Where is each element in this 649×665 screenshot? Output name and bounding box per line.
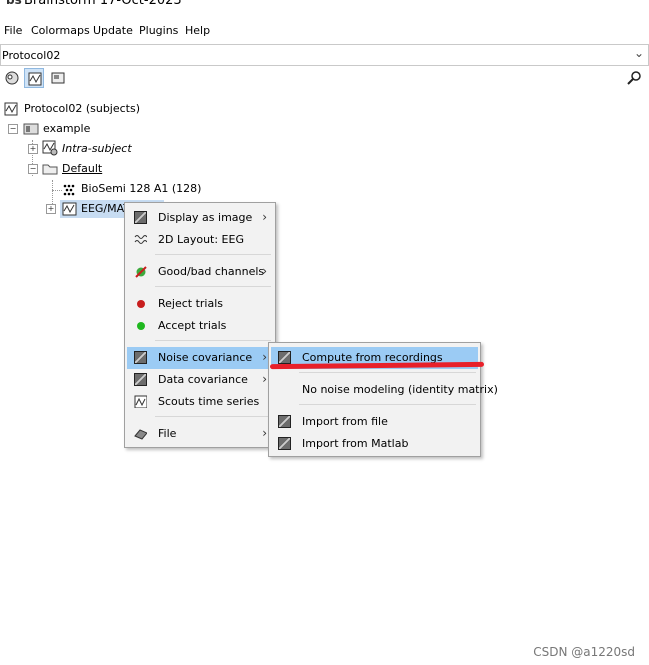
collapse-icon[interactable]: − bbox=[8, 124, 18, 134]
anatomy-view-button[interactable] bbox=[2, 68, 22, 88]
menu-item-label: Display as image bbox=[158, 211, 253, 224]
chevron-right-icon: › bbox=[262, 264, 267, 278]
noise-covariance-submenu: Compute from recordings No noise modelin… bbox=[268, 342, 498, 457]
menu-item-label: 2D Layout: EEG bbox=[158, 233, 244, 246]
chevron-right-icon: › bbox=[262, 350, 267, 364]
functional-view-icon bbox=[28, 72, 42, 86]
menu-separator bbox=[155, 286, 271, 287]
menu-item-good-bad-channels[interactable]: Good/bad channels › bbox=[127, 261, 273, 283]
protocol-select[interactable]: Protocol02 ⌄ bbox=[0, 44, 649, 66]
expand-icon[interactable]: + bbox=[28, 144, 38, 154]
search-icon bbox=[627, 71, 641, 85]
chevron-right-icon: › bbox=[262, 210, 267, 224]
noise-cov-icon bbox=[134, 351, 147, 364]
toolbar bbox=[0, 66, 649, 92]
menu-item-import-from-matlab[interactable]: Import from Matlab bbox=[271, 433, 478, 455]
data-cov-icon bbox=[134, 373, 147, 386]
import-matlab-icon bbox=[278, 437, 291, 450]
tree-intra-label: Intra-subject bbox=[62, 142, 132, 155]
menu-item-import-from-file[interactable]: Import from file bbox=[271, 411, 478, 433]
chevron-right-icon: › bbox=[262, 372, 267, 386]
tree-channel-label: BioSemi 128 A1 (128) bbox=[81, 182, 202, 195]
green-dot-icon bbox=[137, 322, 145, 330]
menu-separator bbox=[155, 340, 271, 341]
menu-colormaps[interactable]: Colormaps bbox=[31, 24, 90, 37]
watermark: CSDN @a1220sd bbox=[533, 645, 635, 659]
collapse-icon[interactable]: − bbox=[28, 164, 38, 174]
menu-item-file[interactable]: File › bbox=[127, 423, 273, 445]
waveform-icon bbox=[134, 235, 147, 244]
tree-default-label: Default bbox=[62, 162, 103, 175]
chevron-right-icon: › bbox=[262, 426, 267, 440]
menu-plugins[interactable]: Plugins bbox=[139, 24, 178, 37]
menu-item-data-covariance[interactable]: Data covariance › bbox=[127, 369, 273, 391]
chevron-down-icon[interactable]: ⌄ bbox=[634, 46, 644, 60]
menu-bar: File Colormaps Update Plugins Help bbox=[0, 19, 649, 41]
menu-item-reject-trials[interactable]: Reject trials bbox=[127, 293, 273, 315]
menu-separator bbox=[299, 404, 476, 405]
protocol-select-value: Protocol02 bbox=[2, 49, 61, 62]
menu-file[interactable]: File bbox=[4, 24, 22, 37]
studies-view-button[interactable] bbox=[48, 68, 68, 88]
title-bar: bs Brainstorm 17-Oct-2023 bbox=[0, 0, 649, 16]
import-file-icon bbox=[278, 415, 291, 428]
menu-item-label: No noise modeling (identity matrix) bbox=[302, 383, 498, 396]
menu-item-label: Scouts time series bbox=[158, 395, 260, 408]
intra-subject-icon bbox=[42, 140, 58, 156]
red-dot-icon bbox=[137, 300, 145, 308]
subject-icon bbox=[23, 123, 39, 135]
menu-separator bbox=[155, 416, 271, 417]
studies-view-icon bbox=[51, 72, 65, 84]
menu-item-label: Import from file bbox=[302, 415, 388, 428]
anatomy-view-icon bbox=[5, 71, 19, 85]
tree-root-label: Protocol02 (subjects) bbox=[24, 102, 141, 115]
expand-icon[interactable]: + bbox=[46, 204, 56, 214]
menu-item-label: Noise covariance bbox=[158, 351, 253, 364]
menu-separator bbox=[299, 372, 476, 373]
menu-item-label: Reject trials bbox=[158, 297, 224, 310]
menu-item-no-noise-modeling[interactable]: No noise modeling (identity matrix) bbox=[271, 379, 498, 401]
recording-icon bbox=[62, 202, 77, 216]
file-tools-icon bbox=[134, 429, 147, 440]
channel-icon bbox=[63, 184, 75, 196]
context-menu: Display as image › 2D Layout: EEG Good/b… bbox=[124, 202, 276, 448]
menu-item-2d-layout[interactable]: 2D Layout: EEG bbox=[127, 229, 273, 251]
display-image-icon bbox=[134, 211, 147, 224]
menu-item-accept-trials[interactable]: Accept trials bbox=[127, 315, 273, 337]
folder-open-icon bbox=[42, 164, 58, 175]
tree-subject-label: example bbox=[43, 122, 91, 135]
window-title: Brainstorm 17-Oct-2023 bbox=[24, 0, 182, 8]
menu-separator bbox=[155, 254, 271, 255]
tree-recording-label: EEG/MAT bbox=[81, 202, 131, 215]
app-logo: bs bbox=[6, 0, 22, 7]
functional-view-button[interactable] bbox=[24, 68, 44, 88]
menu-item-label: Data covariance bbox=[158, 373, 248, 386]
menu-item-noise-covariance[interactable]: Noise covariance › bbox=[127, 347, 273, 369]
good-bad-channels-icon bbox=[135, 266, 147, 278]
menu-item-display-as-image[interactable]: Display as image › bbox=[127, 207, 273, 229]
menu-item-label: Accept trials bbox=[158, 319, 227, 332]
search-button[interactable] bbox=[624, 68, 644, 88]
scouts-icon bbox=[134, 395, 147, 408]
protocol-icon bbox=[4, 102, 18, 116]
menu-item-label: Good/bad channels bbox=[158, 265, 265, 278]
menu-item-scouts-time-series[interactable]: Scouts time series bbox=[127, 391, 273, 413]
menu-item-label: File bbox=[158, 427, 177, 440]
menu-update[interactable]: Update bbox=[93, 24, 133, 37]
compute-icon bbox=[278, 351, 291, 364]
menu-item-label: Import from Matlab bbox=[302, 437, 409, 450]
menu-help[interactable]: Help bbox=[185, 24, 210, 37]
